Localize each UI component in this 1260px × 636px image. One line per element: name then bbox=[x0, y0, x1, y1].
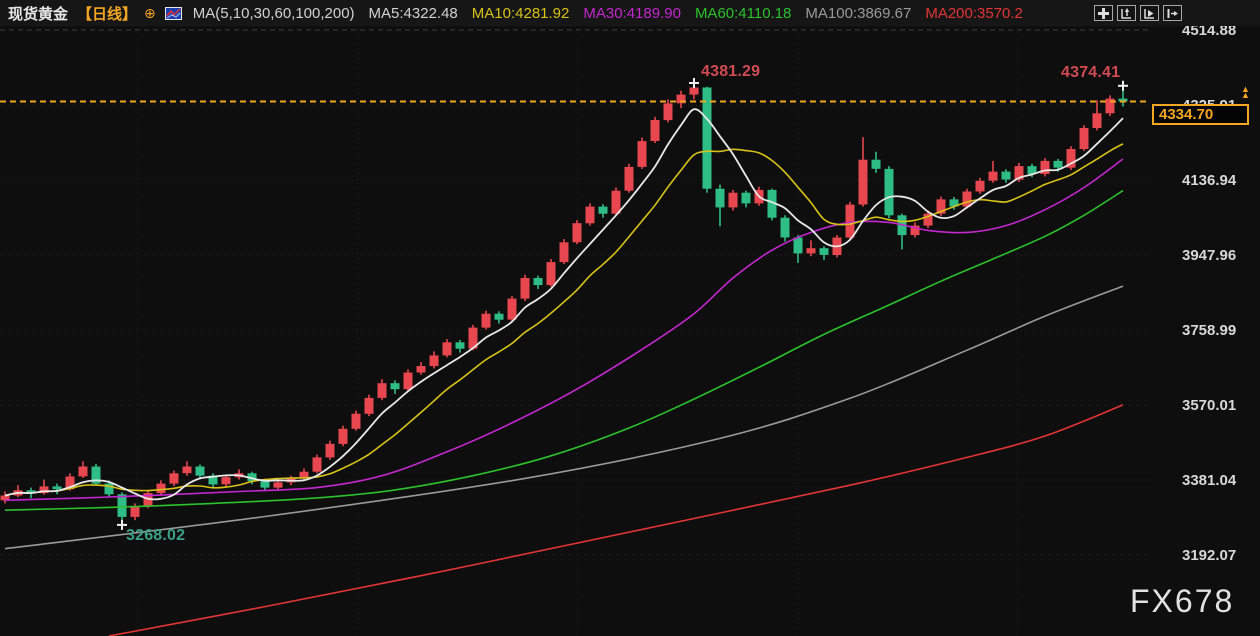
legend-ma30: MA30:4189.90 bbox=[583, 5, 681, 22]
price-chart[interactable] bbox=[0, 0, 1260, 636]
chart-toolbar bbox=[1094, 5, 1182, 21]
current-price-tag: 4334.70 bbox=[1152, 104, 1249, 125]
legend-ma60: MA60:4110.18 bbox=[695, 5, 791, 22]
y-axis-label: 4136.94 bbox=[1182, 172, 1236, 189]
step-forward-button[interactable] bbox=[1163, 5, 1182, 21]
price-up-arrows-icon: ▲▲ bbox=[1241, 87, 1250, 98]
y-axis-label: 3947.96 bbox=[1182, 247, 1236, 264]
go-to-latest-button[interactable] bbox=[1140, 5, 1159, 21]
auto-fit-scale-button[interactable] bbox=[1117, 5, 1136, 21]
go-to-latest-icon bbox=[1143, 7, 1156, 20]
legend-ma200: MA200:3570.2 bbox=[925, 5, 1023, 22]
chart-header: 现货黄金 【日线】 ⊕ MA(5,10,30,60,100,200) MA5:4… bbox=[0, 0, 1260, 26]
y-axis-label: 3758.99 bbox=[1182, 322, 1236, 339]
y-axis-label: 3570.01 bbox=[1182, 397, 1236, 414]
interval-label: 【日线】 bbox=[77, 3, 137, 24]
pan-crosshair-button[interactable] bbox=[1094, 5, 1113, 21]
add-indicator-icon[interactable]: ⊕ bbox=[144, 5, 156, 22]
y-axis-label: 3381.04 bbox=[1182, 472, 1236, 489]
recent-high-annotation: 4374.41 bbox=[1061, 64, 1120, 82]
step-forward-icon bbox=[1166, 7, 1179, 20]
current-price-value: 4334.70 bbox=[1159, 106, 1213, 123]
peak-price-annotation: 4381.29 bbox=[701, 63, 760, 81]
low-price-annotation: 3268.02 bbox=[126, 527, 185, 545]
ma-settings-label: MA(5,10,30,60,100,200) bbox=[193, 5, 355, 22]
symbol-title: 现货黄金 bbox=[8, 3, 68, 24]
legend-ma100: MA100:3869.67 bbox=[805, 5, 911, 22]
auto-fit-scale-icon bbox=[1120, 7, 1133, 20]
y-axis-label: 3192.07 bbox=[1182, 547, 1236, 564]
mini-candlestick-chart-icon[interactable] bbox=[165, 7, 182, 20]
pan-crosshair-icon bbox=[1097, 7, 1110, 20]
legend-ma10: MA10:4281.92 bbox=[472, 5, 570, 22]
chart-window: 现货黄金 【日线】 ⊕ MA(5,10,30,60,100,200) MA5:4… bbox=[0, 0, 1260, 636]
legend-ma5: MA5:4322.48 bbox=[369, 5, 458, 22]
